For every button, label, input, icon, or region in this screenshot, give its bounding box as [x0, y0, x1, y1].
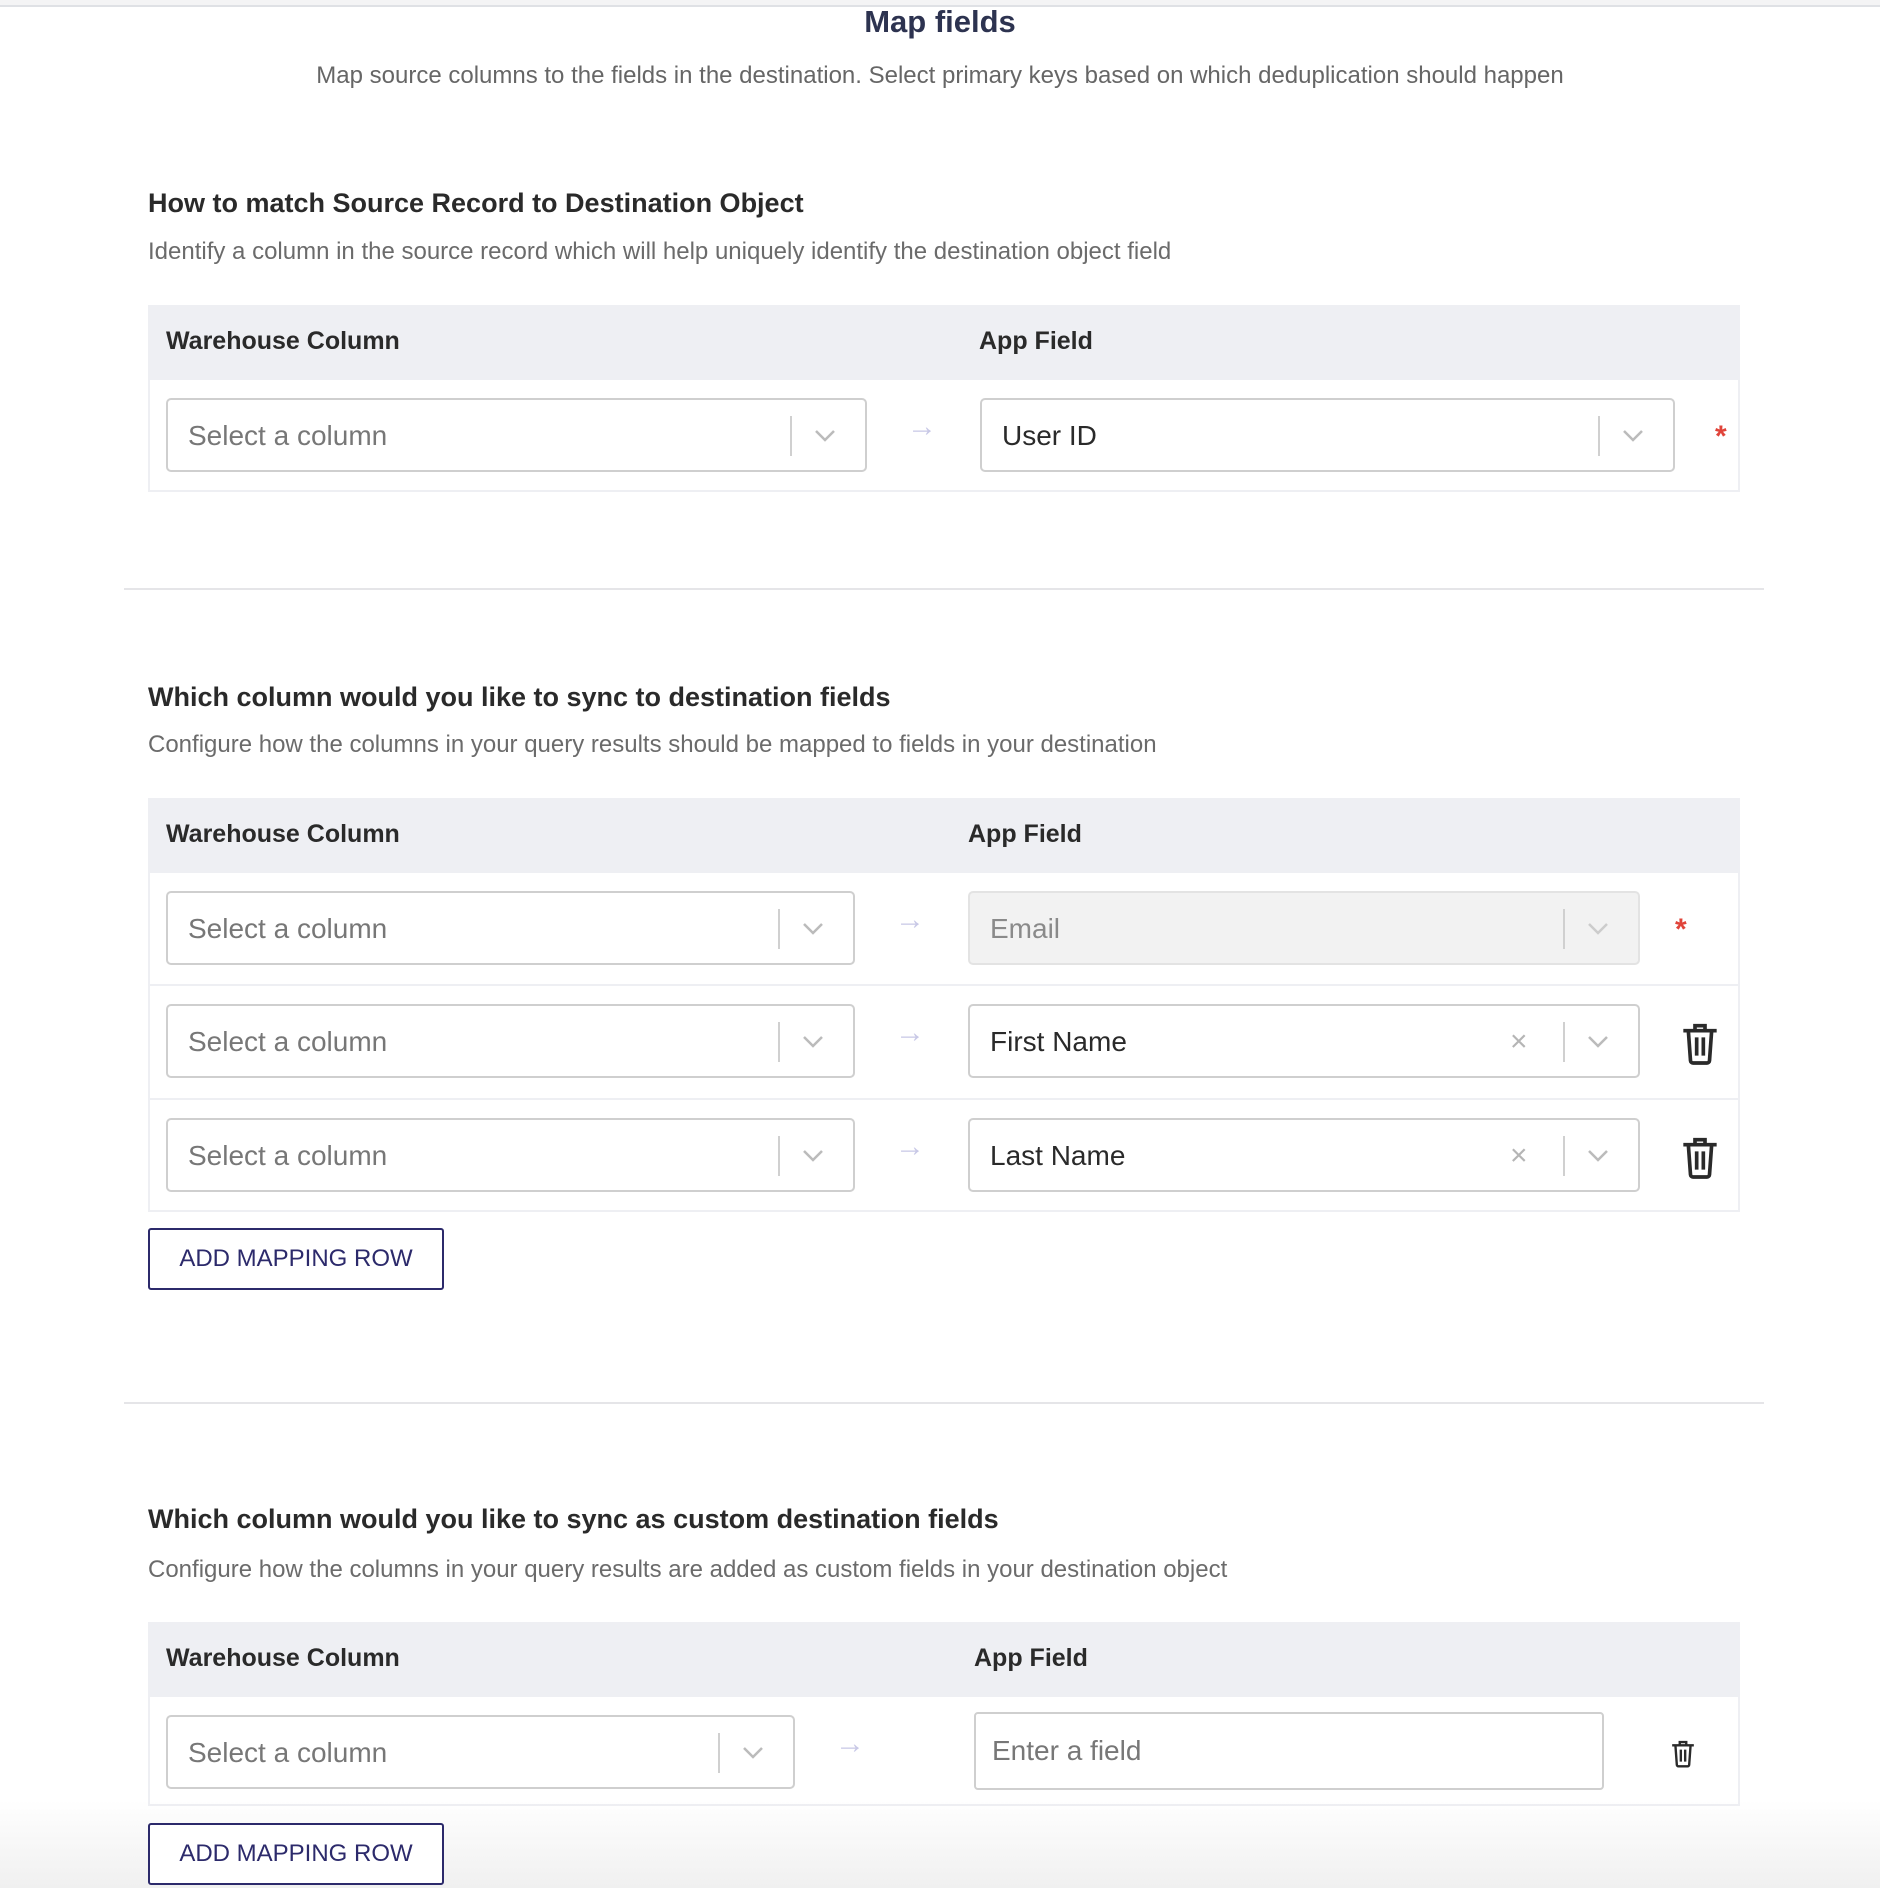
select-placeholder: Select a column: [188, 913, 388, 944]
table-header: Warehouse Column App Field: [150, 1624, 1738, 1695]
chevron-down-icon: [803, 1036, 823, 1048]
arrow-right-icon: →: [895, 1130, 925, 1163]
app-field-select[interactable]: Last Name ×: [968, 1118, 1640, 1192]
select-separator: [1598, 416, 1600, 456]
trash-icon[interactable]: [1670, 1739, 1696, 1769]
chevron-down-icon: [1588, 923, 1608, 935]
warehouse-column-select[interactable]: Select a column: [166, 1118, 855, 1192]
chevron-down-icon: [803, 1150, 823, 1162]
select-separator: [1563, 1136, 1565, 1176]
warehouse-column-header: Warehouse Column: [166, 327, 400, 355]
select-placeholder: Select a column: [188, 1737, 388, 1768]
custom-fields-table: Warehouse Column App Field Select a colu…: [148, 1622, 1740, 1806]
app-field-header: App Field: [974, 1644, 1088, 1672]
select-value: Last Name: [990, 1140, 1126, 1171]
warehouse-column-header: Warehouse Column: [166, 1644, 400, 1672]
required-asterisk: *: [1715, 420, 1727, 453]
table-row: Select a column → First Name ×: [150, 984, 1738, 1098]
add-mapping-row-button[interactable]: ADD MAPPING ROW: [148, 1228, 444, 1290]
section-custom-title: Which column would you like to sync as c…: [148, 1504, 999, 1534]
chevron-down-icon: [803, 923, 823, 935]
select-separator: [778, 909, 780, 949]
warehouse-column-select[interactable]: Select a column: [166, 1715, 795, 1789]
table-header: Warehouse Column App Field: [150, 307, 1738, 378]
select-placeholder: Select a column: [188, 420, 388, 451]
select-placeholder: Select a column: [188, 1140, 388, 1171]
trash-icon[interactable]: [1680, 1136, 1720, 1180]
chevron-down-icon: [743, 1747, 763, 1759]
arrow-right-icon: →: [907, 410, 937, 443]
clear-icon[interactable]: ×: [1510, 1027, 1528, 1057]
section-match-title: How to match Source Record to Destinatio…: [148, 188, 804, 218]
table-row: Select a column → Email *: [150, 871, 1738, 985]
chevron-down-icon: [1623, 430, 1643, 442]
select-separator: [1563, 909, 1565, 949]
chevron-down-icon: [1588, 1036, 1608, 1048]
select-separator: [778, 1022, 780, 1062]
table-row: Select a column →: [150, 1695, 1738, 1806]
app-field-input[interactable]: [974, 1712, 1604, 1790]
arrow-right-icon: →: [835, 1727, 865, 1760]
app-field-select[interactable]: First Name ×: [968, 1004, 1640, 1078]
app-field-select-disabled: Email: [968, 891, 1640, 965]
table-header: Warehouse Column App Field: [150, 800, 1738, 871]
add-custom-mapping-row-button[interactable]: ADD MAPPING ROW: [148, 1823, 444, 1885]
table-row: Select a column → User ID *: [150, 378, 1738, 492]
app-field-header: App Field: [979, 327, 1093, 355]
arrow-right-icon: →: [895, 903, 925, 936]
select-value: First Name: [990, 1026, 1127, 1057]
table-row: Select a column → Last Name ×: [150, 1098, 1738, 1212]
match-table: Warehouse Column App Field Select a colu…: [148, 305, 1740, 492]
select-separator: [1563, 1022, 1565, 1062]
section-sync-title: Which column would you like to sync to d…: [148, 682, 891, 712]
warehouse-column-header: Warehouse Column: [166, 820, 400, 848]
clear-icon[interactable]: ×: [1510, 1141, 1528, 1171]
section-divider: [124, 1402, 1764, 1404]
section-custom-description: Configure how the columns in your query …: [148, 1556, 1228, 1583]
app-field-header: App Field: [968, 820, 1082, 848]
section-match-description: Identify a column in the source record w…: [148, 238, 1172, 265]
trash-icon[interactable]: [1680, 1022, 1720, 1066]
section-sync-description: Configure how the columns in your query …: [148, 731, 1157, 758]
select-placeholder: Select a column: [188, 1026, 388, 1057]
required-asterisk: *: [1675, 913, 1687, 946]
chevron-down-icon: [815, 430, 835, 442]
arrow-right-icon: →: [895, 1016, 925, 1049]
select-value: User ID: [1002, 420, 1097, 451]
page-subtitle: Map source columns to the fields in the …: [316, 62, 1564, 89]
select-separator: [718, 1733, 720, 1773]
app-field-select[interactable]: User ID: [980, 398, 1675, 472]
warehouse-column-select[interactable]: Select a column: [166, 1004, 855, 1078]
warehouse-column-select[interactable]: Select a column: [166, 398, 867, 472]
select-value: Email: [990, 913, 1061, 944]
select-separator: [778, 1136, 780, 1176]
page-title: Map fields: [864, 4, 1016, 39]
section-divider: [124, 588, 1764, 590]
warehouse-column-select[interactable]: Select a column: [166, 891, 855, 965]
select-separator: [790, 416, 792, 456]
chevron-down-icon: [1588, 1150, 1608, 1162]
sync-table: Warehouse Column App Field Select a colu…: [148, 798, 1740, 1212]
